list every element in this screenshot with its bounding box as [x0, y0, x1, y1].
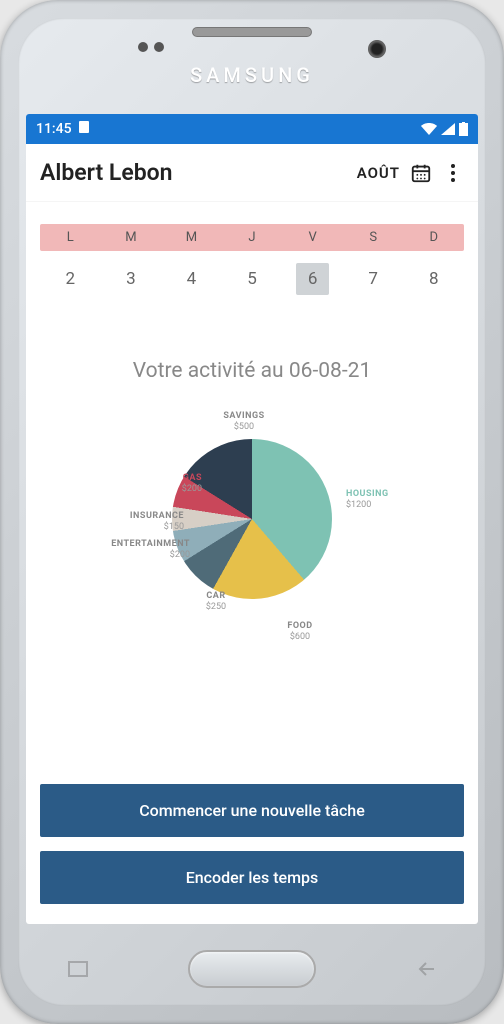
weekday-label: S [343, 224, 404, 251]
weekday-label: M [101, 224, 162, 251]
content: L M M J V S D 2 3 4 5 6 7 8 Votre activi… [26, 202, 478, 924]
slice-label-food: FOOD$600 [260, 621, 340, 643]
pie-chart: SAVINGS$500 GAS$200 INSURANCE$150 ENTERT… [40, 409, 464, 649]
status-bar: 11:45 [26, 114, 478, 144]
phone-top-hardware: SAMSUNG [18, 18, 486, 114]
clock: 11:45 [36, 121, 72, 137]
day-cell[interactable]: 2 [40, 261, 101, 297]
slice-label-gas: GAS$200 [122, 473, 202, 495]
phone-frame: SAMSUNG 11:45 Albert Lebon AOÛT [0, 0, 504, 1024]
start-task-button[interactable]: Commencer une nouvelle tâche [40, 784, 464, 837]
signal-icon [441, 123, 455, 135]
recent-apps-icon [68, 961, 88, 977]
slice-label-housing: HOUSING$1200 [346, 489, 426, 511]
sdcard-icon [79, 121, 89, 133]
day-cell[interactable]: 4 [161, 261, 222, 297]
phone-inner: SAMSUNG 11:45 Albert Lebon AOÛT [18, 18, 486, 1006]
month-selector[interactable]: AOÛT [357, 164, 400, 182]
page-title: Albert Lebon [40, 159, 347, 186]
activity-title: Votre activité au 06-08-21 [40, 359, 464, 383]
week-header: L M M J V S D [40, 224, 464, 251]
weekday-label: J [222, 224, 283, 251]
slice-label-insurance: INSURANCE$150 [104, 511, 184, 533]
camera-icon [368, 40, 386, 58]
screen: 11:45 Albert Lebon AOÛT [26, 114, 478, 924]
day-cell[interactable]: 8 [403, 261, 464, 297]
weekday-label: D [403, 224, 464, 251]
weekday-label: V [282, 224, 343, 251]
slice-label-car: CAR$250 [176, 591, 256, 613]
slice-label-entertainment: ENTERTAINMENT$200 [110, 539, 190, 561]
weekday-label: M [161, 224, 222, 251]
brand-label: SAMSUNG [190, 63, 314, 87]
days-row: 2 3 4 5 6 7 8 [40, 261, 464, 297]
day-cell[interactable]: 5 [222, 261, 283, 297]
day-cell-selected[interactable]: 6 [282, 261, 343, 297]
app-bar: Albert Lebon AOÛT [26, 144, 478, 202]
home-button[interactable] [188, 950, 316, 988]
slice-label-savings: SAVINGS$500 [204, 411, 284, 433]
encode-time-button[interactable]: Encoder les temps [40, 851, 464, 904]
back-icon [416, 961, 436, 977]
day-cell[interactable]: 3 [101, 261, 162, 297]
calendar-icon[interactable] [410, 162, 432, 184]
more-icon[interactable] [442, 164, 464, 182]
weekday-label: L [40, 224, 101, 251]
day-cell[interactable]: 7 [343, 261, 404, 297]
battery-icon [459, 122, 468, 136]
phone-bottom-hardware [18, 932, 486, 1006]
wifi-icon [421, 123, 437, 135]
